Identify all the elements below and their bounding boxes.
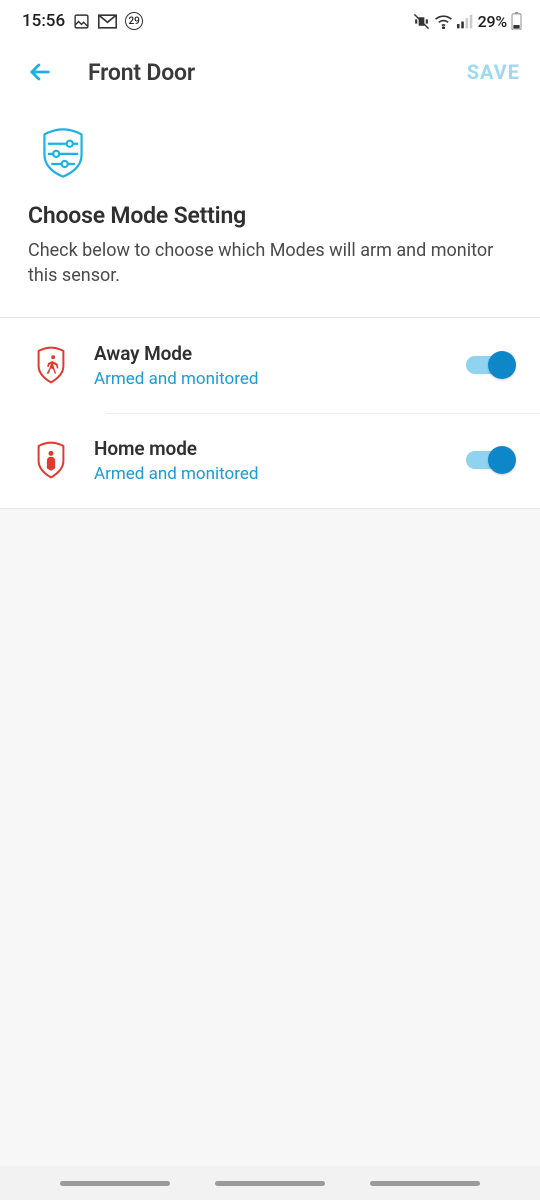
page-title: Front Door bbox=[88, 59, 433, 86]
battery-icon bbox=[511, 12, 522, 30]
status-bar: 15:56 29 29% bbox=[0, 0, 540, 42]
toggle-thumb bbox=[488, 351, 516, 379]
away-mode-icon bbox=[34, 346, 68, 384]
mode-row-away: Away Mode Armed and monitored bbox=[0, 318, 540, 413]
badge-count: 29 bbox=[128, 16, 139, 27]
cell-signal-icon bbox=[457, 14, 474, 29]
intro-section: Choose Mode Setting Check below to choos… bbox=[0, 102, 540, 317]
toggle-thumb bbox=[488, 446, 516, 474]
nav-home[interactable] bbox=[215, 1181, 325, 1186]
status-right: 29% bbox=[413, 12, 522, 31]
nav-back[interactable] bbox=[370, 1181, 480, 1186]
mail-icon bbox=[98, 14, 117, 29]
battery-percentage: 29% bbox=[478, 12, 507, 31]
mode-text: Away Mode Armed and monitored bbox=[94, 342, 440, 389]
home-mode-icon bbox=[34, 441, 68, 479]
home-mode-toggle[interactable] bbox=[466, 444, 516, 476]
back-button[interactable] bbox=[20, 52, 60, 92]
mode-settings-shield-icon bbox=[36, 126, 90, 180]
mode-title: Away Mode bbox=[94, 342, 440, 365]
status-time: 15:56 bbox=[22, 11, 65, 31]
mode-text: Home mode Armed and monitored bbox=[94, 437, 440, 484]
mode-title: Home mode bbox=[94, 437, 440, 460]
away-mode-toggle[interactable] bbox=[466, 349, 516, 381]
mode-subtitle: Armed and monitored bbox=[94, 464, 440, 484]
mode-list: Away Mode Armed and monitored Home mode … bbox=[0, 317, 540, 509]
system-nav-bar bbox=[0, 1166, 540, 1200]
vibrate-mute-icon bbox=[413, 13, 430, 30]
arrow-left-icon bbox=[26, 58, 54, 86]
status-left: 15:56 29 bbox=[22, 11, 143, 31]
wifi-icon bbox=[434, 14, 453, 29]
mode-row-home: Home mode Armed and monitored bbox=[0, 413, 540, 508]
mode-subtitle: Armed and monitored bbox=[94, 369, 440, 389]
nav-recents[interactable] bbox=[60, 1181, 170, 1186]
notification-badge-icon: 29 bbox=[125, 12, 143, 30]
image-icon bbox=[73, 13, 90, 30]
save-button[interactable]: SAVE bbox=[461, 52, 526, 92]
intro-title: Choose Mode Setting bbox=[28, 202, 512, 229]
app-bar: Front Door SAVE bbox=[0, 42, 540, 102]
empty-area bbox=[0, 509, 540, 1166]
intro-description: Check below to choose which Modes will a… bbox=[28, 239, 512, 289]
